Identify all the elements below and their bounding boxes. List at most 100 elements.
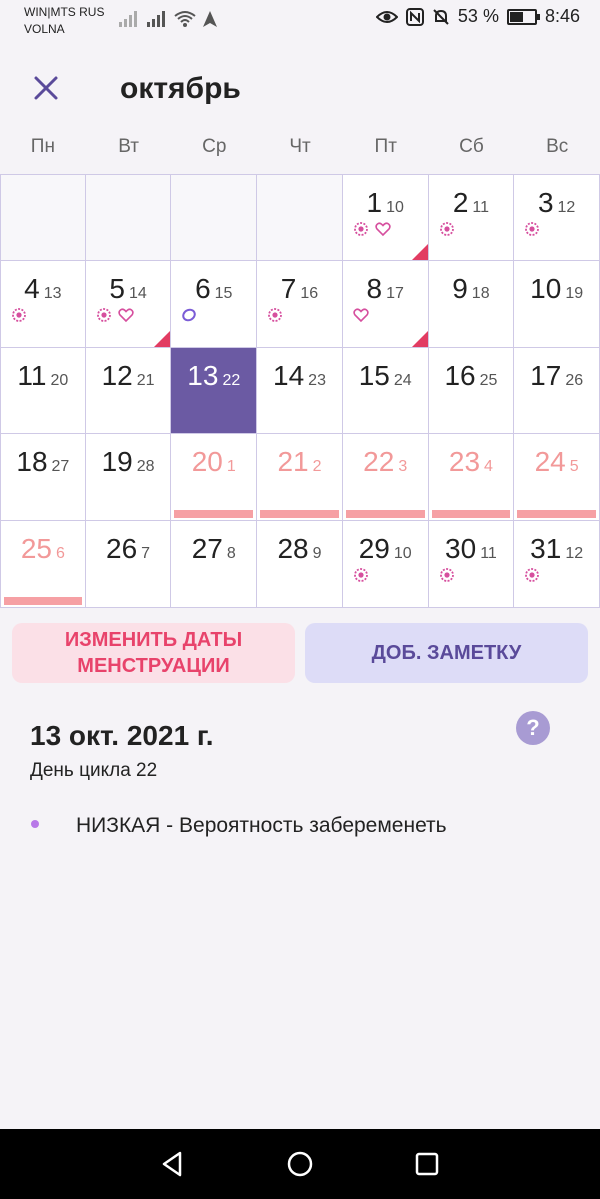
day-number: 23 xyxy=(448,446,481,478)
day-cell-21[interactable]: 21 2 xyxy=(257,434,343,522)
weekday-label: Ср xyxy=(202,136,227,157)
battery-icon xyxy=(506,8,540,25)
day-cell-20[interactable]: 20 1 xyxy=(171,434,258,522)
edit-period-label-2: МЕНСТРУАЦИИ xyxy=(77,655,230,677)
day-number: 15 xyxy=(358,359,390,391)
day-number: 3 xyxy=(537,187,554,218)
flower-icon xyxy=(439,222,454,236)
pregnancy-probability: НИЗКАЯ - Вероятность забеременеть xyxy=(76,814,447,837)
day-cell-14[interactable]: 14 23 xyxy=(257,347,343,435)
day-cell-2[interactable]: 2 11 xyxy=(428,174,515,261)
day-cell-12[interactable]: 12 21 xyxy=(85,347,172,435)
cycle-day-number: 20 xyxy=(50,371,69,389)
day-cell-19[interactable]: 19 28 xyxy=(85,434,172,522)
location-icon xyxy=(203,11,217,27)
cycle-day-number: 12 xyxy=(557,199,576,216)
cycle-day-number: 4 xyxy=(484,458,493,476)
day-number: 20 xyxy=(191,446,223,478)
day-label: 31 12 xyxy=(514,533,599,565)
cycle-day-number: 1 xyxy=(226,458,236,476)
day-number: 10 xyxy=(530,272,562,304)
add-note-button[interactable]: ДОБ. ЗАМЕТКУ xyxy=(305,623,588,683)
day-cell-15[interactable]: 15 24 xyxy=(342,347,429,435)
weekday-label: Сб xyxy=(459,136,484,157)
day-cell-6[interactable]: 6 15 xyxy=(171,260,258,348)
back-icon[interactable] xyxy=(158,1150,186,1178)
day-cell-23[interactable]: 23 4 xyxy=(428,434,515,522)
cycle-day-number: 10 xyxy=(386,199,404,216)
day-cell-3[interactable]: 3 12 xyxy=(514,174,600,261)
day-number: 5 xyxy=(109,272,125,304)
heart-icon xyxy=(353,308,369,322)
recent-apps-icon[interactable] xyxy=(414,1151,440,1177)
day-cell-5[interactable]: 5 14 xyxy=(85,260,172,348)
day-label: 3 12 xyxy=(514,187,599,219)
day-label: 13 22 xyxy=(171,360,256,392)
cycle-day-number: 2 xyxy=(312,458,322,476)
day-number: 4 xyxy=(24,272,40,304)
day-number: 19 xyxy=(101,446,133,478)
day-number: 6 xyxy=(195,272,211,304)
day-cell-29[interactable]: 29 10 xyxy=(342,521,429,608)
day-number: 12 xyxy=(101,359,133,391)
day-cell-22[interactable]: 22 3 xyxy=(342,434,429,522)
day-cell-1[interactable]: 1 10 xyxy=(342,174,429,261)
day-cell-25[interactable]: 25 6 xyxy=(0,521,86,608)
signal-icons xyxy=(118,10,218,28)
battery-percent: 53 % xyxy=(457,6,499,26)
home-icon[interactable] xyxy=(286,1150,314,1178)
day-label: 6 15 xyxy=(171,273,256,305)
day-label: 7 16 xyxy=(257,273,342,305)
cycle-day-number: 21 xyxy=(136,371,155,389)
period-bar xyxy=(345,510,425,519)
flower-icon xyxy=(353,222,368,236)
day-label: 5 14 xyxy=(86,273,171,305)
day-cell-24[interactable]: 24 5 xyxy=(514,434,600,522)
selected-date: 13 окт. 2021 г. xyxy=(30,720,214,751)
system-nav-bar xyxy=(0,1129,600,1199)
cycle-day-number: 9 xyxy=(312,545,322,563)
day-number: 22 xyxy=(363,446,395,478)
weekday-label: Пн xyxy=(30,136,55,157)
day-cell-9[interactable]: 9 18 xyxy=(428,260,515,348)
day-cell-26[interactable]: 26 7 xyxy=(85,521,172,608)
signal-icon xyxy=(119,11,137,27)
day-cell-10[interactable]: 10 19 xyxy=(514,260,600,348)
day-number: 2 xyxy=(452,187,469,218)
day-cell-7[interactable]: 7 16 xyxy=(257,260,343,348)
empty-day-cell xyxy=(257,174,343,261)
edit-period-dates-button[interactable]: ИЗМЕНИТЬ ДАТЫ МЕНСТРУАЦИИ xyxy=(12,623,295,683)
day-number: 31 xyxy=(530,533,562,565)
day-label: 22 3 xyxy=(343,446,428,478)
day-cell-31[interactable]: 31 12 xyxy=(514,521,600,608)
day-cell-16[interactable]: 16 25 xyxy=(428,347,515,435)
help-icon[interactable]: ? xyxy=(516,711,550,745)
day-label: 16 25 xyxy=(429,360,514,392)
day-number: 16 xyxy=(444,359,476,391)
nfc-icon xyxy=(405,7,424,26)
day-cell-8[interactable]: 8 17 xyxy=(342,260,429,348)
day-cell-28[interactable]: 28 9 xyxy=(257,521,343,608)
cycle-day-number: 11 xyxy=(472,199,489,216)
day-label: 23 4 xyxy=(429,446,514,478)
day-number: 21 xyxy=(277,446,309,478)
ovulation-icon xyxy=(182,308,197,322)
cycle-day-number: 11 xyxy=(480,545,497,563)
day-number: 7 xyxy=(280,272,297,304)
close-button[interactable] xyxy=(28,70,64,106)
mute-icon xyxy=(433,8,449,25)
day-label: 14 23 xyxy=(257,360,342,392)
day-label: 21 2 xyxy=(257,446,342,478)
day-cell-18[interactable]: 18 27 xyxy=(0,434,86,522)
day-cell-4[interactable]: 4 13 xyxy=(0,260,86,348)
fertile-corner-flag xyxy=(411,243,428,260)
day-cell-17[interactable]: 17 26 xyxy=(514,347,600,435)
day-cell-27[interactable]: 27 8 xyxy=(171,521,258,608)
day-cell-13[interactable]: 13 22 xyxy=(171,347,258,435)
day-label: 12 21 xyxy=(86,360,171,392)
day-cell-11[interactable]: 11 20 xyxy=(0,347,86,435)
cycle-day-number: 23 xyxy=(308,371,326,389)
month-title: октябрь xyxy=(120,72,241,105)
day-cell-30[interactable]: 30 11 xyxy=(428,521,515,608)
day-label: 1 10 xyxy=(343,187,428,219)
